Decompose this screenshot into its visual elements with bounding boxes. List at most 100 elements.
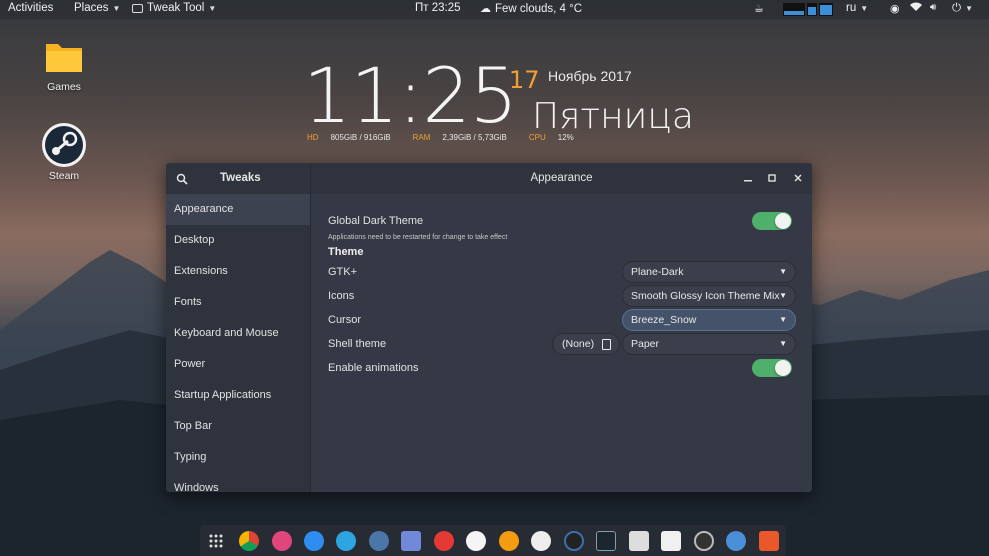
app-menu-label: Tweak Tool xyxy=(147,2,205,14)
gtk-label: GTK+ xyxy=(328,266,358,278)
top-bar: Activities Places ▼ Tweak Tool ▼ Пт 23:25 … xyxy=(0,0,989,19)
chevron-down-icon: ▼ xyxy=(208,3,217,13)
icon-theme-combo[interactable]: Smooth Glossy Icon Theme Mix ▼ xyxy=(622,285,796,307)
app-grid-icon[interactable] xyxy=(206,531,226,551)
sidebar-header: Tweaks xyxy=(166,163,311,194)
record-icon[interactable]: ◉ xyxy=(890,2,900,15)
search-icon[interactable] xyxy=(176,173,188,185)
sidebar-item-extensions[interactable]: Extensions xyxy=(166,256,310,287)
hd-value: 805GiB / 916GiB xyxy=(330,133,391,142)
sidebar-item-startup-applications[interactable]: Startup Applications xyxy=(166,380,310,411)
sidebar-item-desktop[interactable]: Desktop xyxy=(166,225,310,256)
system-monitor-graph[interactable] xyxy=(783,3,833,16)
software-center-icon[interactable] xyxy=(661,531,681,551)
sidebar-item-power[interactable]: Power xyxy=(166,349,310,380)
discord-icon[interactable] xyxy=(401,531,421,551)
sidebar-title: Tweaks xyxy=(220,172,261,184)
clock-label: Пт 23:25 xyxy=(415,2,461,14)
chevron-down-icon: ▼ xyxy=(779,315,787,324)
desktop-icon-games[interactable]: Games xyxy=(34,40,94,93)
cursor-theme-value: Breeze_Snow xyxy=(631,314,697,326)
global-dark-theme-switch[interactable] xyxy=(752,212,792,230)
chevron-down-icon: ▼ xyxy=(860,3,869,13)
settings-icon[interactable] xyxy=(726,531,746,551)
switch-knob xyxy=(775,360,791,376)
sidebar-item-typing[interactable]: Typing xyxy=(166,442,310,473)
window-manager-icon[interactable] xyxy=(629,531,649,551)
headphones-icon[interactable] xyxy=(564,531,584,551)
widget-weekday: Пятница xyxy=(532,96,694,137)
enable-animations-label: Enable animations xyxy=(328,362,419,374)
power-icon: ⏻ xyxy=(952,2,962,14)
coffee-icon[interactable]: ☕ xyxy=(754,2,764,15)
sidebar-item-top-bar[interactable]: Top Bar xyxy=(166,411,310,442)
telegram-icon[interactable] xyxy=(336,531,356,551)
ram-label: RAM xyxy=(412,133,431,142)
system-monitor-icon[interactable] xyxy=(694,531,714,551)
tweak-tool-icon xyxy=(132,3,143,13)
chevron-down-icon: ▼ xyxy=(112,3,121,13)
shell-theme-label: Shell theme xyxy=(328,338,387,350)
weather-button[interactable]: ☁ Few clouds, 4 °C xyxy=(480,2,583,16)
books-icon[interactable] xyxy=(499,531,519,551)
widget-month-year: Ноябрь 2017 xyxy=(548,68,632,84)
chevron-down-icon: ▼ xyxy=(965,4,974,13)
volume-icon[interactable]: 🔊︎ xyxy=(930,2,936,13)
sidebar-item-fonts[interactable]: Fonts xyxy=(166,287,310,318)
widget-stats: HD 805GiB / 916GiB RAM 2,39GiB / 5,73GiB… xyxy=(307,133,596,142)
widget-clock: 11:25 xyxy=(303,51,518,140)
language-menu[interactable]: ru ▼ xyxy=(846,2,868,14)
enable-animations-switch[interactable] xyxy=(752,359,792,377)
compass-icon[interactable] xyxy=(466,531,486,551)
desktop-icon-label: Steam xyxy=(48,170,80,182)
power-menu[interactable]: ⏻ ▼ xyxy=(952,2,973,15)
desktop-icon-steam[interactable]: Steam xyxy=(34,122,94,182)
switch-knob xyxy=(775,213,791,229)
vk-icon[interactable] xyxy=(369,531,389,551)
sidebar: Appearance Desktop Extensions Fonts Keyb… xyxy=(166,194,311,492)
tweaks-window: Tweaks Appearance Appearance Desktop Ext… xyxy=(166,163,812,492)
music-icon[interactable] xyxy=(272,531,292,551)
chevron-down-icon: ▼ xyxy=(779,267,787,276)
chevron-down-icon: ▼ xyxy=(779,339,787,348)
app-menu[interactable]: Tweak Tool ▼ xyxy=(132,2,216,14)
appearance-panel: Global Dark Theme Applications need to b… xyxy=(328,163,796,492)
icon-theme-value: Smooth Glossy Icon Theme Mix xyxy=(631,290,780,302)
cpu-label: CPU xyxy=(528,133,546,142)
clock-button[interactable]: Пт 23:25 xyxy=(415,2,461,14)
dock xyxy=(200,525,786,556)
shell-theme-file-button[interactable]: (None) xyxy=(552,333,620,355)
weather-label: Few clouds, 4 °C xyxy=(495,2,583,15)
tweak-tool-icon[interactable] xyxy=(759,531,779,551)
language-label: ru xyxy=(846,2,857,14)
steam-icon[interactable] xyxy=(531,531,551,551)
document-icon xyxy=(602,339,611,350)
shell-theme-combo[interactable]: Paper ▼ xyxy=(622,333,796,355)
cursor-label: Cursor xyxy=(328,314,362,326)
wifi-icon[interactable] xyxy=(910,2,922,12)
youtube-icon[interactable] xyxy=(434,531,454,551)
theme-section-title: Theme xyxy=(328,246,364,258)
activities-label: Activities xyxy=(8,2,54,14)
chevron-down-icon: ▼ xyxy=(779,291,787,300)
folder-icon xyxy=(46,44,82,72)
ram-value: 2,39GiB / 5,73GiB xyxy=(442,133,507,142)
chrome-icon[interactable] xyxy=(239,531,259,551)
gtk-theme-value: Plane-Dark xyxy=(631,266,684,278)
activities-button[interactable]: Activities xyxy=(8,2,53,14)
shell-theme-value: Paper xyxy=(631,338,660,350)
app-store-icon[interactable] xyxy=(304,531,324,551)
gtk-theme-combo[interactable]: Plane-Dark ▼ xyxy=(622,261,796,283)
places-label: Places xyxy=(74,2,109,14)
places-menu[interactable]: Places ▼ xyxy=(74,2,120,14)
steam-icon xyxy=(42,123,86,167)
sidebar-item-appearance[interactable]: Appearance xyxy=(166,194,310,225)
terminal-icon[interactable] xyxy=(596,531,616,551)
shell-theme-none-value: (None) xyxy=(562,338,595,350)
cursor-theme-combo[interactable]: Breeze_Snow ▼ xyxy=(622,309,796,331)
cpu-value: 12% xyxy=(557,133,574,142)
sidebar-item-windows[interactable]: Windows xyxy=(166,473,310,492)
hd-label: HD xyxy=(307,133,319,142)
sidebar-item-keyboard-and-mouse[interactable]: Keyboard and Mouse xyxy=(166,318,310,349)
restart-note: Applications need to be restarted for ch… xyxy=(328,234,508,241)
